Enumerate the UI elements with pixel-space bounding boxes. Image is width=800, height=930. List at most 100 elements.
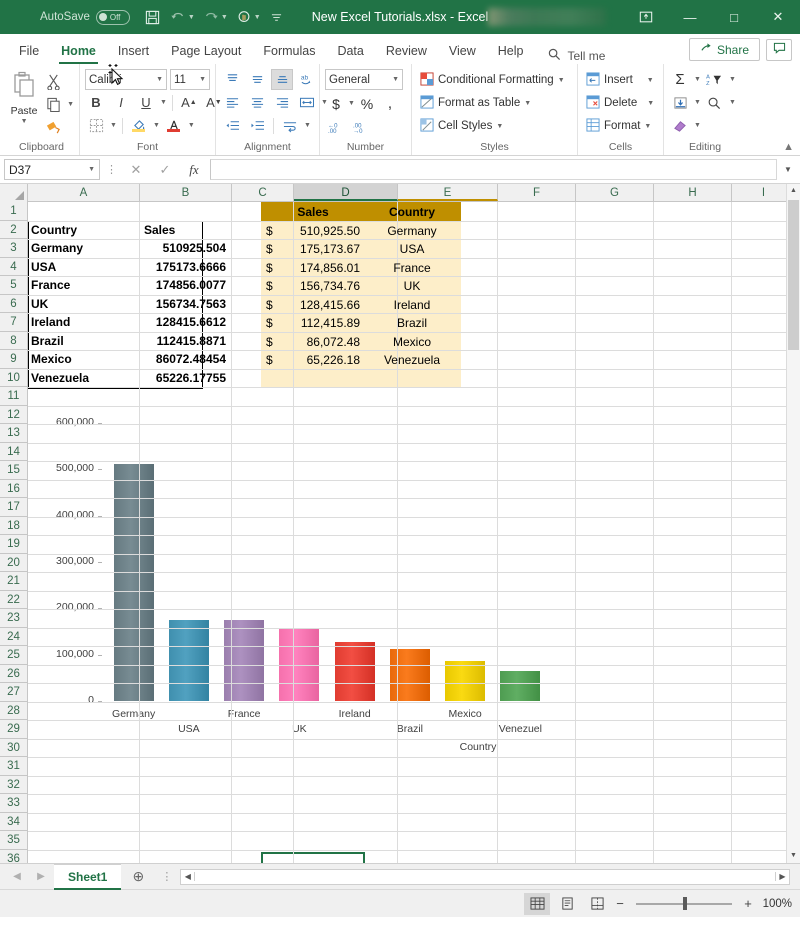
align-left-icon[interactable] bbox=[221, 92, 243, 113]
cell-a4[interactable]: USA bbox=[28, 258, 140, 276]
row-header-32[interactable]: 32 bbox=[0, 776, 27, 795]
ribbon-display-options-icon[interactable] bbox=[624, 0, 668, 34]
tab-home[interactable]: Home bbox=[50, 40, 107, 64]
decrease-decimal-icon[interactable]: .00→0 bbox=[350, 117, 372, 138]
autosum-icon[interactable]: Σ bbox=[669, 69, 691, 90]
cell-d6[interactable]: 128,415.66 bbox=[266, 296, 360, 314]
increase-indent-icon[interactable] bbox=[246, 115, 268, 136]
horizontal-scrollbar[interactable]: ◀ ▶ bbox=[180, 869, 790, 885]
row-header-25[interactable]: 25 bbox=[0, 646, 27, 665]
cell-a7[interactable]: Ireland bbox=[28, 313, 140, 331]
comments-button[interactable] bbox=[766, 39, 792, 61]
cell-d5[interactable]: 156,734.76 bbox=[266, 277, 360, 295]
row-header-19[interactable]: 19 bbox=[0, 535, 27, 554]
accounting-dropdown-icon[interactable]: ▼ bbox=[348, 100, 355, 107]
borders-dropdown-icon[interactable]: ▼ bbox=[110, 122, 117, 129]
tab-insert[interactable]: Insert bbox=[107, 40, 160, 64]
minimize-button[interactable]: — bbox=[668, 0, 712, 34]
cell-b3[interactable]: 510925.504 bbox=[141, 239, 229, 257]
cell-d3[interactable]: 175,173.67 bbox=[266, 240, 360, 258]
cell-b7[interactable]: 128415.6612 bbox=[141, 313, 229, 331]
next-sheet-icon[interactable]: ▶ bbox=[30, 871, 52, 882]
cell-a8[interactable]: Brazil bbox=[28, 332, 140, 350]
cell-d7[interactable]: 112,415.89 bbox=[266, 314, 360, 332]
row-header-29[interactable]: 29 bbox=[0, 720, 27, 739]
scroll-down-icon[interactable]: ▼ bbox=[787, 849, 800, 863]
row-header-10[interactable]: 10 bbox=[0, 369, 27, 388]
tab-review[interactable]: Review bbox=[375, 40, 438, 64]
row-header-6[interactable]: 6 bbox=[0, 295, 27, 314]
fill-color-icon[interactable] bbox=[128, 115, 150, 136]
underline-dropdown-icon[interactable]: ▼ bbox=[160, 99, 167, 106]
column-header-e[interactable]: E bbox=[398, 184, 498, 201]
row-header-14[interactable]: 14 bbox=[0, 443, 27, 462]
row-header-23[interactable]: 23 bbox=[0, 609, 27, 628]
wrap-text-dropdown-icon[interactable]: ▼ bbox=[304, 122, 311, 129]
align-right-icon[interactable] bbox=[271, 92, 293, 113]
zoom-slider-thumb[interactable] bbox=[683, 897, 687, 910]
row-header-4[interactable]: 4 bbox=[0, 258, 27, 277]
cell-d2[interactable]: 510,925.50 bbox=[266, 222, 360, 240]
tell-me-box[interactable]: Tell me bbox=[534, 48, 605, 64]
cell-b4[interactable]: 175173.6666 bbox=[141, 258, 229, 276]
restore-button[interactable]: □ bbox=[712, 0, 756, 34]
chart-bar-venezuel[interactable] bbox=[500, 671, 540, 701]
row-header-24[interactable]: 24 bbox=[0, 628, 27, 647]
row-header-16[interactable]: 16 bbox=[0, 480, 27, 499]
redo-icon[interactable] bbox=[200, 6, 222, 28]
cell-e2[interactable]: Germany bbox=[364, 222, 460, 240]
cell-b8[interactable]: 112415.8871 bbox=[141, 332, 229, 350]
row-header-17[interactable]: 17 bbox=[0, 498, 27, 517]
cell-a9[interactable]: Mexico bbox=[28, 350, 140, 368]
undo-icon[interactable] bbox=[167, 6, 189, 28]
cell-styles-button[interactable]: Cell Styles ▼ bbox=[417, 115, 506, 137]
fill-color-dropdown-icon[interactable]: ▼ bbox=[153, 122, 160, 129]
name-box-dropdown-icon[interactable]: ▼ bbox=[88, 166, 95, 173]
fill-dropdown-icon[interactable]: ▼ bbox=[694, 99, 701, 106]
row-header-18[interactable]: 18 bbox=[0, 517, 27, 536]
cell-d1[interactable]: Sales bbox=[262, 203, 364, 221]
row-header-13[interactable]: 13 bbox=[0, 424, 27, 443]
italic-button[interactable]: I bbox=[110, 92, 132, 113]
cell-b2[interactable]: Sales bbox=[141, 221, 229, 239]
cell-a2[interactable]: Country bbox=[28, 221, 140, 239]
sort-and-filter-icon[interactable]: AZ bbox=[704, 69, 726, 90]
row-header-22[interactable]: 22 bbox=[0, 591, 27, 610]
share-button[interactable]: Share bbox=[689, 38, 760, 61]
accounting-format-icon[interactable]: $ bbox=[325, 93, 347, 114]
tab-view[interactable]: View bbox=[438, 40, 487, 64]
percent-format-icon[interactable]: % bbox=[356, 93, 378, 114]
cell-e6[interactable]: Ireland bbox=[364, 296, 460, 314]
orientation-icon[interactable]: ab bbox=[296, 69, 318, 90]
sheet-tab-splitter[interactable]: ⋮ bbox=[155, 870, 178, 883]
chart-bar-ireland[interactable] bbox=[335, 642, 375, 701]
account-area[interactable]: — □ ✕ bbox=[488, 0, 800, 34]
chart-bar-mexico[interactable] bbox=[445, 661, 485, 701]
touch-mouse-mode-icon[interactable] bbox=[233, 6, 255, 28]
column-header-h[interactable]: H bbox=[654, 184, 732, 201]
row-header-9[interactable]: 9 bbox=[0, 350, 27, 369]
row-header-2[interactable]: 2 bbox=[0, 221, 27, 240]
column-header-g[interactable]: G bbox=[576, 184, 654, 201]
tab-formulas[interactable]: Formulas bbox=[252, 40, 326, 64]
align-center-icon[interactable] bbox=[246, 92, 268, 113]
clear-icon[interactable] bbox=[669, 115, 691, 136]
column-header-c[interactable]: C bbox=[232, 184, 294, 201]
row-header-26[interactable]: 26 bbox=[0, 665, 27, 684]
row-header-21[interactable]: 21 bbox=[0, 572, 27, 591]
vertical-scroll-thumb[interactable] bbox=[788, 200, 799, 350]
format-cells-dropdown-icon[interactable]: ▼ bbox=[644, 123, 651, 130]
font-name-input[interactable]: Calibri ▼ bbox=[85, 69, 167, 90]
wrap-text-icon[interactable] bbox=[279, 115, 301, 136]
cell-a10[interactable]: Venezuela bbox=[28, 369, 140, 387]
redo-dropdown-icon[interactable]: ▼ bbox=[221, 14, 228, 21]
font-name-dropdown-icon[interactable]: ▼ bbox=[156, 76, 163, 83]
cell-e5[interactable]: UK bbox=[364, 277, 460, 295]
number-format-select[interactable]: General ▼ bbox=[325, 69, 403, 90]
delete-cells-button[interactable]: Delete ▼ bbox=[583, 92, 657, 114]
cell-e1[interactable]: Country bbox=[364, 203, 460, 221]
chart-bar-usa[interactable] bbox=[169, 620, 209, 701]
cut-icon[interactable] bbox=[42, 71, 64, 92]
align-bottom-icon[interactable] bbox=[271, 69, 293, 90]
zoom-in-button[interactable]: + bbox=[742, 896, 754, 911]
